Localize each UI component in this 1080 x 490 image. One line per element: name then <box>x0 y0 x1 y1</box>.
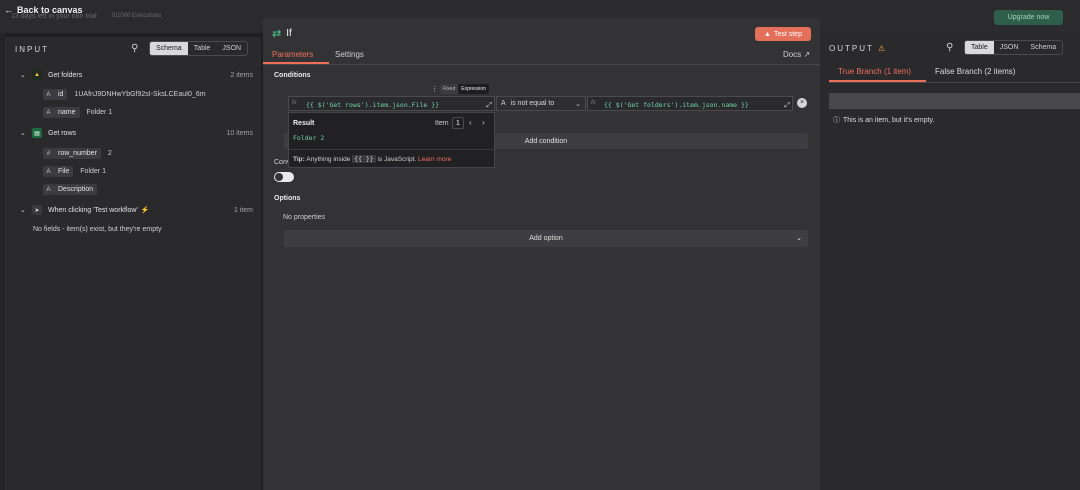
fixed-option[interactable]: Fixed <box>440 84 459 94</box>
add-option-button[interactable]: Add option ⌄ <box>284 230 808 247</box>
output-panel: OUTPUT ⚠ ⚲ Table JSON Schema True Branch… <box>820 33 1080 490</box>
options-label: Options <box>274 195 301 202</box>
divider <box>829 82 1080 83</box>
string-type-icon: A <box>501 100 506 107</box>
node-title: ⇄ If <box>272 28 292 40</box>
string-type-icon: A <box>43 166 54 177</box>
search-icon[interactable]: ⚲ <box>946 42 953 53</box>
external-link-icon: ↗ <box>803 50 811 59</box>
result-label: Result <box>293 120 315 127</box>
toggle-knob <box>275 173 283 181</box>
lightning-icon: ⚡ <box>140 207 150 214</box>
node-get-rows[interactable]: ⌄ ▤ Get rows 10 items <box>20 128 261 138</box>
cursor-icon: ➤ <box>32 205 42 215</box>
divider <box>289 149 494 150</box>
fx-icon: fx <box>292 100 297 106</box>
schema-field[interactable]: # row_number 2 <box>43 148 112 159</box>
remove-condition-icon[interactable]: × <box>797 98 807 108</box>
learn-more-link[interactable]: Learn more <box>418 156 451 163</box>
tab-settings[interactable]: Settings <box>335 50 364 59</box>
tab-schema[interactable]: Schema <box>150 42 188 55</box>
warning-icon: ⚠ <box>877 44 886 53</box>
convert-types-toggle[interactable] <box>274 172 294 182</box>
google-sheets-icon: ▤ <box>32 128 42 138</box>
conditions-label: Conditions <box>274 72 311 79</box>
trial-text: 13 days left in your n8n trial <box>11 13 97 20</box>
string-type-icon: A <box>43 184 54 195</box>
expression-option[interactable]: Expression <box>458 84 489 94</box>
chevron-down-icon: ⌄ <box>796 235 802 242</box>
chevron-right-icon[interactable]: › <box>482 118 485 127</box>
chevron-left-icon[interactable]: ‹ <box>469 118 472 127</box>
result-value: Folder 2 <box>293 134 325 142</box>
tab-true-branch[interactable]: True Branch (1 item) <box>838 67 911 76</box>
chevron-down-icon[interactable]: ⌄ <box>20 206 28 214</box>
schema-field[interactable]: A File Folder 1 <box>43 166 106 177</box>
expression-result-popup: Result Item 1 ‹ › Folder 2 Tip: Anything… <box>288 112 495 168</box>
tab-table[interactable]: Table <box>188 42 217 55</box>
fixed-expression-toggle: Fixed Expression <box>440 84 489 94</box>
flask-icon: ▲ <box>764 30 771 38</box>
right-value-input[interactable]: fx {{ $('Get folders').item.json.name }}… <box>587 96 793 111</box>
table-header <box>829 93 1080 109</box>
input-title: INPUT <box>15 45 49 54</box>
expand-icon[interactable]: ⤢ <box>486 102 492 110</box>
operator-select[interactable]: A is not equal to ⌄ <box>496 96 586 111</box>
info-icon: ⓘ <box>833 117 840 124</box>
item-count: 10 items <box>226 129 253 137</box>
item-count: 2 items <box>230 71 253 79</box>
tip-text: Tip: Anything inside {{ }} is JavaScript… <box>293 155 452 163</box>
expand-icon[interactable]: ⤢ <box>784 102 790 110</box>
string-type-icon: A <box>43 89 54 100</box>
output-title: OUTPUT ⚠ <box>829 44 886 53</box>
empty-item-row: ⓘ This is an item, but it's empty. <box>833 116 935 125</box>
chevron-down-icon: ⌄ <box>575 100 581 108</box>
number-type-icon: # <box>43 148 54 159</box>
chevron-down-icon[interactable]: ⌄ <box>20 71 28 79</box>
input-panel: INPUT ⚲ Schema Table JSON ⌄ ▲ Get folder… <box>5 37 261 490</box>
empty-fields-text: No fields - item(s) exist, but they're e… <box>33 226 162 233</box>
tab-json[interactable]: JSON <box>994 41 1025 54</box>
item-label: Item <box>435 120 449 127</box>
upgrade-button[interactable]: Upgrade now <box>994 10 1063 25</box>
left-value-input[interactable]: fx {{ $('Get rows').item.json.File }} ⤢ <box>288 96 495 111</box>
more-vertical-icon[interactable]: ⋮ <box>431 85 438 93</box>
tab-parameters[interactable]: Parameters <box>272 50 313 59</box>
test-step-button[interactable]: ▲ Test step <box>755 27 811 41</box>
item-index-input[interactable]: 1 <box>452 117 464 129</box>
tab-false-branch[interactable]: False Branch (2 items) <box>935 67 1015 76</box>
docs-link[interactable]: Docs ↗ <box>783 50 810 59</box>
chevron-down-icon[interactable]: ⌄ <box>20 129 28 137</box>
executions-text: 0/1000 Executions <box>112 13 162 19</box>
tab-schema[interactable]: Schema <box>1024 41 1062 54</box>
input-view-tabs: Schema Table JSON <box>149 41 249 56</box>
schema-field[interactable]: A Description <box>43 184 98 195</box>
string-type-icon: A <box>43 107 54 118</box>
if-node-icon: ⇄ <box>272 28 282 40</box>
output-view-tabs: Table JSON Schema <box>964 40 1064 55</box>
tab-json[interactable]: JSON <box>216 42 247 55</box>
schema-field[interactable]: A name Folder 1 <box>43 107 112 118</box>
fx-icon: fx <box>591 100 596 106</box>
divider <box>263 64 820 65</box>
schema-field[interactable]: A id 1UAfnJ9DNHwYbGf92sI-SksLCEauI0_6m <box>43 89 206 100</box>
google-drive-icon: ▲ <box>32 70 42 80</box>
node-settings-panel: ⇄ If ▲ Test step Parameters Settings Doc… <box>263 18 820 490</box>
item-count: 1 item <box>233 206 253 214</box>
node-get-folders[interactable]: ⌄ ▲ Get folders 2 items <box>20 70 261 80</box>
search-icon[interactable]: ⚲ <box>131 43 138 54</box>
tab-table[interactable]: Table <box>965 41 994 54</box>
no-properties-text: No properties <box>283 214 326 221</box>
node-manual-trigger[interactable]: ⌄ ➤ When clicking 'Test workflow' ⚡ 1 it… <box>20 205 261 215</box>
